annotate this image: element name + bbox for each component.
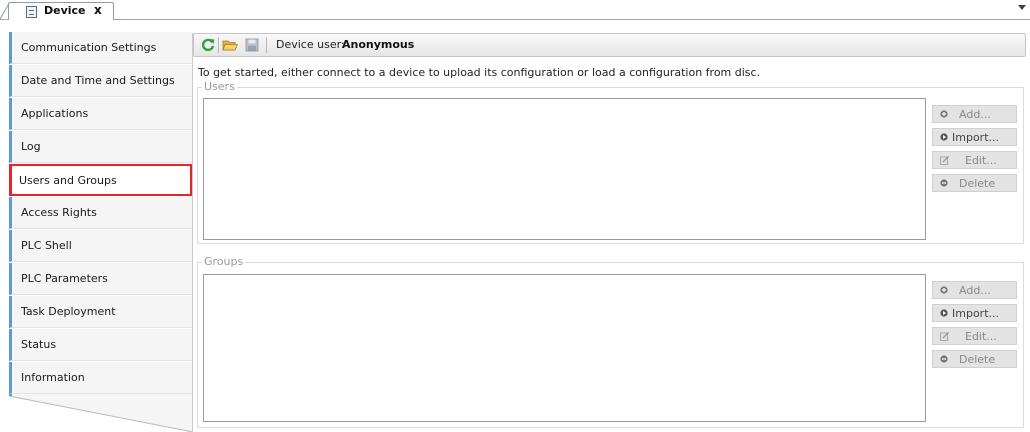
users-list[interactable] [203,98,926,240]
nav-item-information[interactable]: Information [9,362,192,394]
delete-icon [940,355,948,363]
nav-item-label: PLC Parameters [21,272,108,285]
nav-item-users-and-groups[interactable]: Users and Groups [9,164,192,196]
tab-title: Device [44,4,86,17]
groups-delete-label: Delete [959,353,996,366]
groups-import-label: Import... [952,307,999,320]
users-edit-label: Edit... [965,154,997,167]
groups-import-button[interactable]: Import... [932,304,1017,322]
nav-item-label: Task Deployment [21,305,116,318]
edit-icon [940,156,949,165]
nav-item-log[interactable]: Log [9,131,192,163]
nav-item-label: Access Rights [21,206,97,219]
nav-item-label: Communication Settings [21,41,157,54]
groups-edit-button[interactable]: Edit... [932,327,1017,345]
groups-add-label: Add... [959,284,991,297]
import-icon [940,133,948,141]
users-edit-button[interactable]: Edit... [932,151,1017,169]
nav-item-plc-parameters[interactable]: PLC Parameters [9,263,192,295]
info-message: To get started, either connect to a devi… [198,66,761,79]
users-import-button[interactable]: Import... [932,128,1017,146]
tab-close-icon[interactable]: x [94,3,102,17]
nav-item-label: Users and Groups [19,174,117,187]
document-tab-strip: Device x [0,0,1030,20]
nav-item-label: Information [21,371,85,384]
device-toolbar: Device user: Anonymous [193,33,1026,57]
edit-icon [940,332,949,341]
nav-item-plc-shell[interactable]: PLC Shell [9,230,192,262]
device-user-label: Device user: [276,38,345,51]
delete-icon [940,179,948,187]
device-editor-nav: Communication Settings Date and Time and… [9,32,192,395]
users-and-groups-panel: Device user: Anonymous To get started, e… [192,33,1030,432]
tab-device[interactable]: Device x [8,2,114,20]
nav-item-label: Status [21,338,57,351]
users-import-label: Import... [952,131,999,144]
groups-add-button[interactable]: Add... [932,281,1017,299]
nav-item-communication-settings[interactable]: Communication Settings [9,32,192,64]
device-icon [26,6,37,18]
nav-item-task-deployment[interactable]: Task Deployment [9,296,192,328]
groups-delete-button[interactable]: Delete [932,350,1017,368]
nav-item-label: PLC Shell [21,239,72,252]
users-add-label: Add... [959,108,991,121]
groups-groupbox: Groups Add... Import... Edit... Delete [197,255,1024,428]
groups-list[interactable] [203,274,926,422]
groups-edit-label: Edit... [965,330,997,343]
nav-item-access-rights[interactable]: Access Rights [9,197,192,229]
users-delete-label: Delete [959,177,996,190]
import-icon [940,309,948,317]
nav-item-label: Log [21,140,41,153]
nav-item-date-time-settings[interactable]: Date and Time and Settings [9,65,192,97]
nav-item-applications[interactable]: Applications [9,98,192,130]
nav-item-label: Date and Time and Settings [21,74,175,87]
groups-group-label: Groups [202,255,246,268]
users-group-label: Users [202,80,237,93]
refresh-icon[interactable] [200,37,216,53]
toolbar-separator [266,37,267,53]
open-folder-icon[interactable] [222,37,238,53]
toolbar-separator [218,37,219,53]
tab-overflow-chevron-icon[interactable] [1018,5,1026,10]
add-icon [940,286,948,294]
save-icon[interactable] [244,37,260,53]
nav-item-status[interactable]: Status [9,329,192,361]
users-groupbox: Users Add... Import... Edit... Delete [197,80,1024,244]
device-user-value: Anonymous [342,38,415,51]
add-icon [940,110,948,118]
nav-item-label: Applications [21,107,89,120]
users-delete-button[interactable]: Delete [932,174,1017,192]
users-add-button[interactable]: Add... [932,105,1017,123]
